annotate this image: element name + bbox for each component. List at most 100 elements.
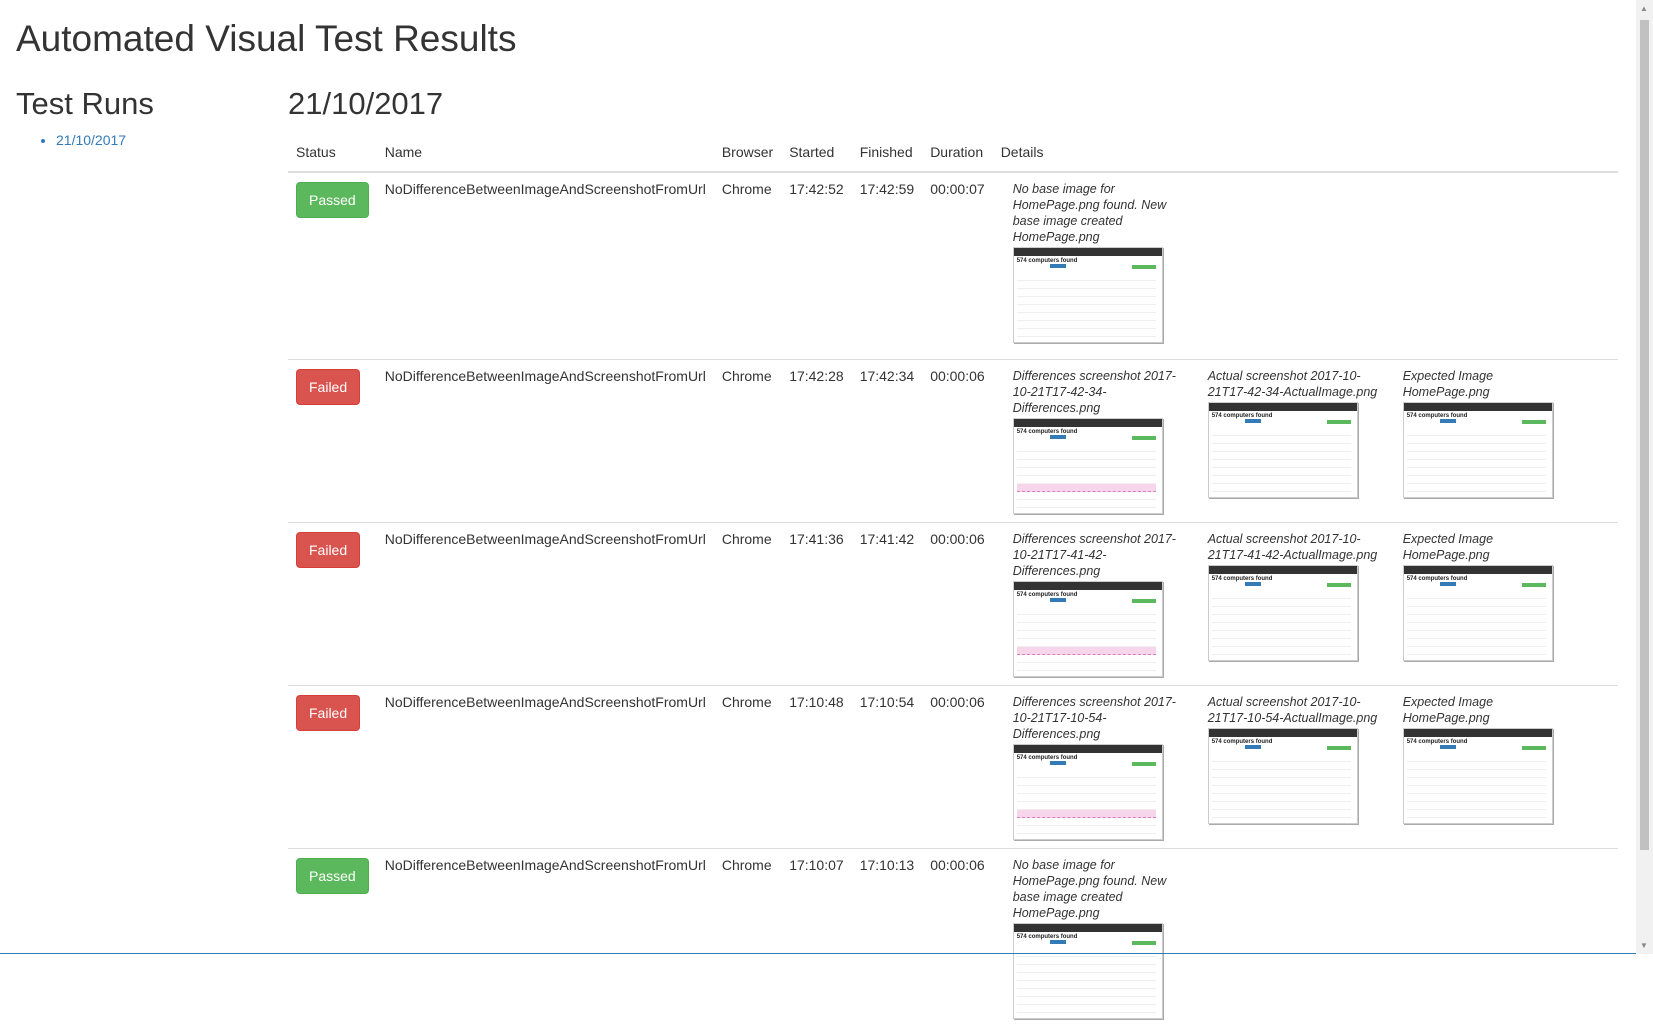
thumbnail-table-row (1407, 810, 1546, 818)
screenshot-thumbnail[interactable]: 574 computers found (1403, 565, 1553, 661)
thumbnail-table-row (1017, 965, 1156, 973)
screenshot-thumbnail[interactable]: 574 computers found (1208, 565, 1358, 661)
thumbnail-table-row (1407, 802, 1546, 810)
details-cell: No base image for HomePage.png found. Ne… (993, 849, 1618, 1027)
thumbnail-table (1407, 428, 1546, 498)
thumbnail-blue-button (1050, 264, 1066, 268)
thumbnail-title: 574 computers found (1017, 755, 1159, 762)
status-cell: Failed (288, 686, 377, 849)
test-name-cell: NoDifferenceBetweenImageAndScreenshotFro… (377, 686, 714, 849)
thumbnail-blue-button (1050, 940, 1066, 944)
scrollbar-thumb[interactable] (1640, 20, 1649, 850)
detail-caption: Actual screenshot 2017-10-21T17-41-42-Ac… (1208, 531, 1378, 563)
duration-cell: 00:00:06 (922, 849, 993, 1027)
column-header-started: Started (781, 134, 852, 172)
thumbnail-blue-button (1440, 582, 1456, 586)
thumbnail-blue-button (1050, 598, 1066, 602)
thumbnail-table (1212, 591, 1351, 655)
column-header-duration: Duration (922, 134, 993, 172)
scroll-down-arrow-icon[interactable]: ▼ (1640, 941, 1648, 950)
thumbnail-table-row (1017, 313, 1156, 321)
finished-cell: 17:42:34 (852, 360, 923, 523)
browser-cell: Chrome (714, 686, 781, 849)
status-failed-button[interactable]: Failed (296, 532, 360, 568)
test-run-link[interactable]: 21/10/2017 (56, 132, 126, 148)
screenshot-thumbnail[interactable]: 574 computers found (1013, 744, 1163, 840)
thumbnail-table-row (1017, 289, 1156, 297)
thumbnail-table-row (1017, 639, 1156, 647)
screenshot-thumbnail[interactable]: 574 computers found (1013, 418, 1163, 514)
thumbnail-green-button (1522, 420, 1546, 424)
duration-cell: 00:00:06 (922, 523, 993, 686)
details-cell: No base image for HomePage.png found. Ne… (993, 172, 1618, 360)
thumbnail-table (1407, 754, 1546, 824)
thumbnail-table-row (1407, 770, 1546, 778)
column-header-finished: Finished (852, 134, 923, 172)
thumbnail-table-row (1212, 444, 1351, 452)
screenshot-thumbnail[interactable]: 574 computers found (1013, 581, 1163, 677)
vertical-scrollbar[interactable]: ▲ ▼ (1636, 0, 1653, 954)
thumbnail-blue-button (1245, 419, 1261, 423)
status-passed-button[interactable]: Passed (296, 858, 369, 894)
thumbnail-table-row (1017, 957, 1156, 965)
detail-item: Actual screenshot 2017-10-21T17-10-54-Ac… (1208, 694, 1363, 840)
thumbnail-navbar (1014, 248, 1162, 256)
thumbnail-table-row (1017, 973, 1156, 981)
screenshot-thumbnail[interactable]: 574 computers found (1208, 728, 1358, 824)
thumbnail-table-row (1212, 607, 1351, 615)
thumbnail-table (1017, 273, 1156, 337)
thumbnail-table-row (1017, 997, 1156, 1005)
status-passed-button[interactable]: Passed (296, 182, 369, 218)
thumbnail-blue-button (1440, 745, 1456, 749)
thumbnail-table-row (1017, 468, 1156, 476)
thumbnail-navbar (1014, 924, 1162, 932)
thumbnail-title: 574 computers found (1407, 739, 1549, 746)
browser-cell: Chrome (714, 849, 781, 1027)
table-row: FailedNoDifferenceBetweenImageAndScreens… (288, 523, 1618, 686)
detail-item: No base image for HomePage.png found. Ne… (1013, 857, 1168, 1019)
screenshot-thumbnail[interactable]: 574 computers found (1403, 728, 1553, 824)
detail-item: Differences screenshot 2017-10-21T17-42-… (1013, 368, 1168, 514)
thumbnail-table-row (1017, 329, 1156, 337)
detail-item: No base image for HomePage.png found. Ne… (1013, 181, 1168, 343)
thumbnail-table-row (1017, 500, 1156, 508)
thumbnail-table-row (1407, 615, 1546, 623)
thumbnail-table-row (1212, 452, 1351, 460)
thumbnail-table-row (1212, 623, 1351, 631)
test-name-cell: NoDifferenceBetweenImageAndScreenshotFro… (377, 172, 714, 360)
thumbnail-navbar (1014, 419, 1162, 427)
screenshot-thumbnail[interactable]: 574 computers found (1013, 247, 1163, 343)
thumbnail-title: 574 computers found (1212, 413, 1354, 420)
detail-caption: Actual screenshot 2017-10-21T17-42-34-Ac… (1208, 368, 1378, 400)
scroll-up-arrow-icon[interactable]: ▲ (1640, 4, 1648, 13)
thumbnail-table-row (1407, 607, 1546, 615)
finished-cell: 17:10:13 (852, 849, 923, 1027)
thumbnail-table-row (1212, 810, 1351, 818)
thumbnail-table-row (1407, 599, 1546, 607)
thumbnail-table-row (1017, 655, 1156, 663)
thumbnail-table-row (1212, 647, 1351, 655)
thumbnail-table-row (1407, 786, 1546, 794)
main-content: 21/10/2017 Status Name Browser Started F… (288, 84, 1618, 124)
thumbnail-table-row (1017, 615, 1156, 623)
column-header-name: Name (377, 134, 714, 172)
thumbnail-table-row (1407, 754, 1546, 762)
screenshot-thumbnail[interactable]: 574 computers found (1403, 402, 1553, 498)
thumbnail-table-row (1017, 452, 1156, 460)
thumbnail-table-row (1212, 786, 1351, 794)
test-name-cell: NoDifferenceBetweenImageAndScreenshotFro… (377, 849, 714, 1027)
thumbnail-green-button (1132, 436, 1156, 440)
thumbnail-table-row (1212, 436, 1351, 444)
screenshot-thumbnail[interactable]: 574 computers found (1208, 402, 1358, 498)
details-cell: Differences screenshot 2017-10-21T17-41-… (993, 523, 1618, 686)
screenshot-thumbnail[interactable]: 574 computers found (1013, 923, 1163, 1019)
sidebar-heading: Test Runs (16, 84, 256, 124)
detail-caption: Expected Image HomePage.png (1403, 531, 1573, 563)
thumbnail-blue-button (1050, 761, 1066, 765)
thumbnail-title: 574 computers found (1017, 592, 1159, 599)
status-failed-button[interactable]: Failed (296, 369, 360, 405)
thumbnail-table-row (1017, 476, 1156, 484)
thumbnail-title: 574 computers found (1212, 739, 1354, 746)
status-failed-button[interactable]: Failed (296, 695, 360, 731)
thumbnail-table-row (1017, 770, 1156, 778)
